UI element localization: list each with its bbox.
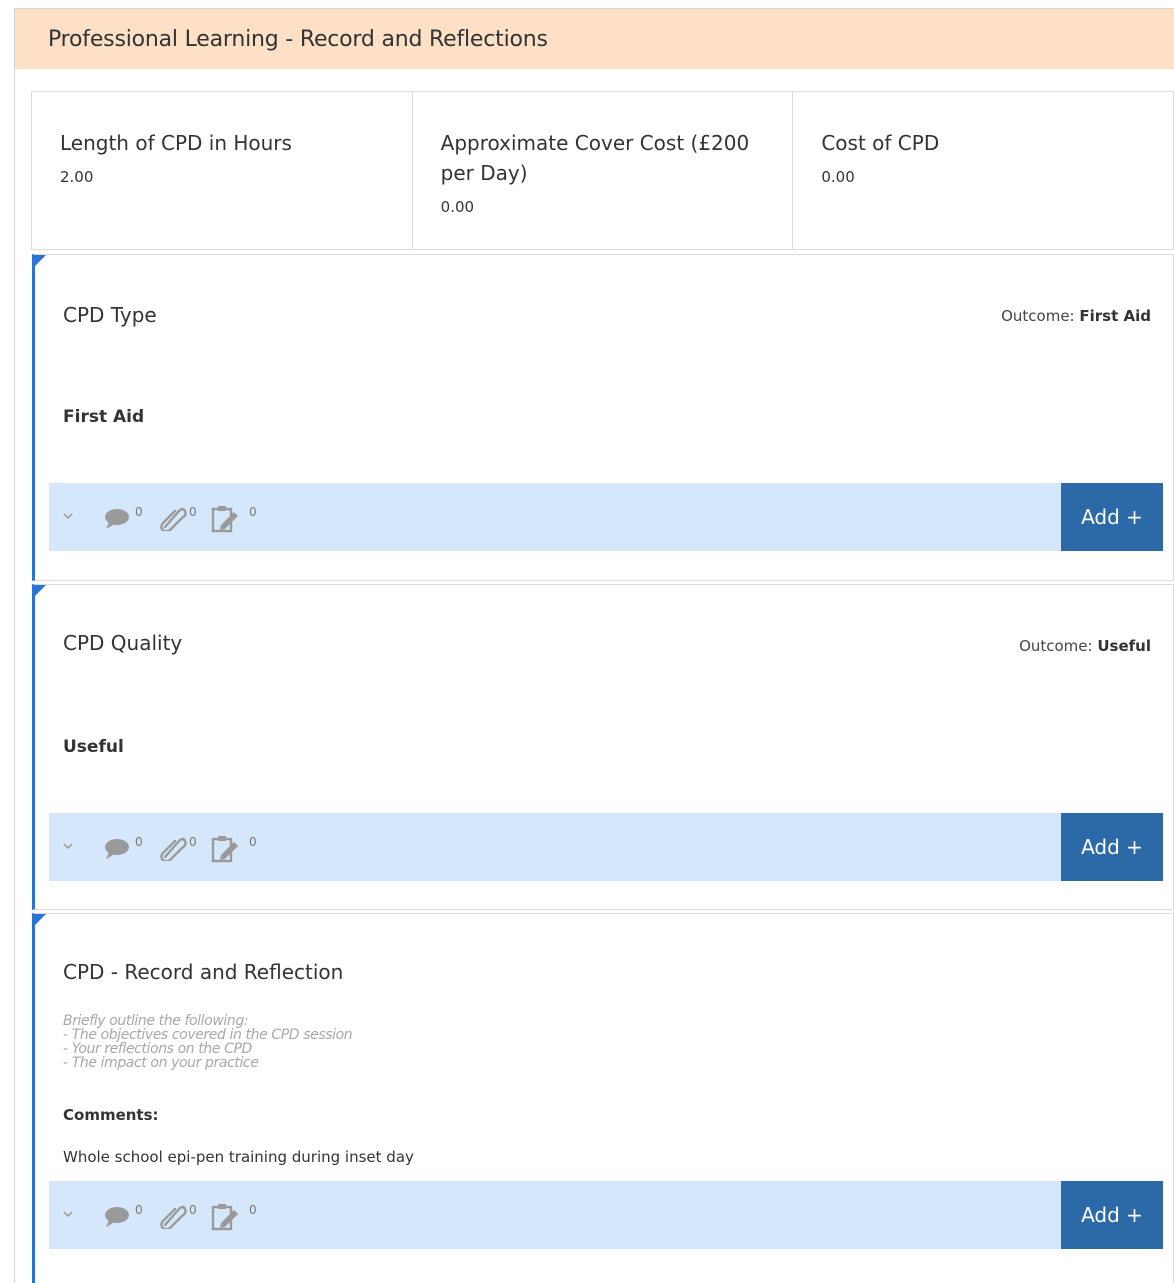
stat-value: 0.00 [440,198,475,216]
card-answer: Useful [63,737,124,757]
comments-text: Whole school epi-pen training during ins… [63,1148,414,1166]
paperclip-icon[interactable] [157,505,187,533]
hint-line: - The impact on your practice [63,1055,259,1071]
tasks-count: 0 [249,1203,257,1217]
paperclip-icon[interactable] [157,1203,187,1231]
card-answer: First Aid [63,407,145,427]
add-button[interactable]: Add + [1061,483,1163,551]
comments-label: Comments: [63,1106,159,1124]
stat-label: Length of CPD in Hours [60,131,292,155]
card-title: CPD Type [63,303,157,327]
outcome-value: Useful [1097,637,1151,655]
panel-title: Professional Learning - Record and Refle… [48,26,548,52]
comments-count: 0 [135,1203,143,1217]
panel-header: Professional Learning - Record and Refle… [15,9,1174,69]
comments-count: 0 [135,505,143,519]
card-marker [35,585,46,596]
card-marker [35,914,46,925]
hint-text: Briefly outline the following: - The obj… [63,1013,353,1071]
card-cpd-quality: CPD Quality Outcome: Useful Useful 0 0 0… [32,584,1174,910]
comment-icon[interactable] [103,505,133,531]
chevron-down-icon[interactable] [61,1203,77,1223]
card-cpd-type: CPD Type Outcome: First Aid First Aid 0 … [32,254,1174,581]
tasks-count: 0 [249,835,257,849]
attachments-count: 0 [189,1203,197,1217]
comment-icon[interactable] [103,835,133,861]
card-title: CPD - Record and Reflection [63,960,344,984]
card-outcome: Outcome: Useful [1019,637,1151,655]
task-edit-icon[interactable] [209,835,243,863]
hint-line: - The objectives covered in the CPD sess… [63,1027,353,1043]
card-marker [35,255,46,266]
chevron-down-icon[interactable] [61,505,77,525]
card-cpd-record: CPD - Record and Reflection Briefly outl… [32,913,1174,1283]
stat-cost: Cost of CPD 0.00 [793,92,1173,249]
paperclip-icon[interactable] [157,835,187,863]
hint-line: Briefly outline the following: [63,1013,249,1029]
task-edit-icon[interactable] [209,1203,243,1231]
stat-label: Approximate Cover Cost (£200 per Day) [440,131,750,185]
card-toolbar: 0 0 0 Add + [49,483,1163,551]
stat-length: Length of CPD in Hours 2.00 [32,92,413,249]
outcome-label: Outcome: [1019,637,1093,655]
card-toolbar: 0 0 0 Add + [49,1181,1163,1249]
stat-value: 0.00 [821,168,855,186]
card-toolbar: 0 0 0 Add + [49,813,1163,881]
card-title: CPD Quality [63,631,183,655]
outcome-label: Outcome: [1001,307,1075,325]
add-button[interactable]: Add + [1061,1181,1163,1249]
card-outcome: Outcome: First Aid [1001,307,1151,325]
task-edit-icon[interactable] [209,505,243,533]
cost-summary: Length of CPD in Hours 2.00 Approximate … [31,91,1174,250]
add-button[interactable]: Add + [1061,813,1163,881]
hint-line: - Your reflections on the CPD [63,1041,252,1057]
comments-count: 0 [135,835,143,849]
stat-value: 2.00 [60,168,94,186]
comment-icon[interactable] [103,1203,133,1229]
stat-label: Cost of CPD [821,131,940,155]
outcome-value: First Aid [1079,307,1151,325]
stat-cover-cost: Approximate Cover Cost (£200 per Day) 0.… [413,92,794,249]
tasks-count: 0 [249,505,257,519]
attachments-count: 0 [189,835,197,849]
chevron-down-icon[interactable] [61,835,77,855]
attachments-count: 0 [189,505,197,519]
